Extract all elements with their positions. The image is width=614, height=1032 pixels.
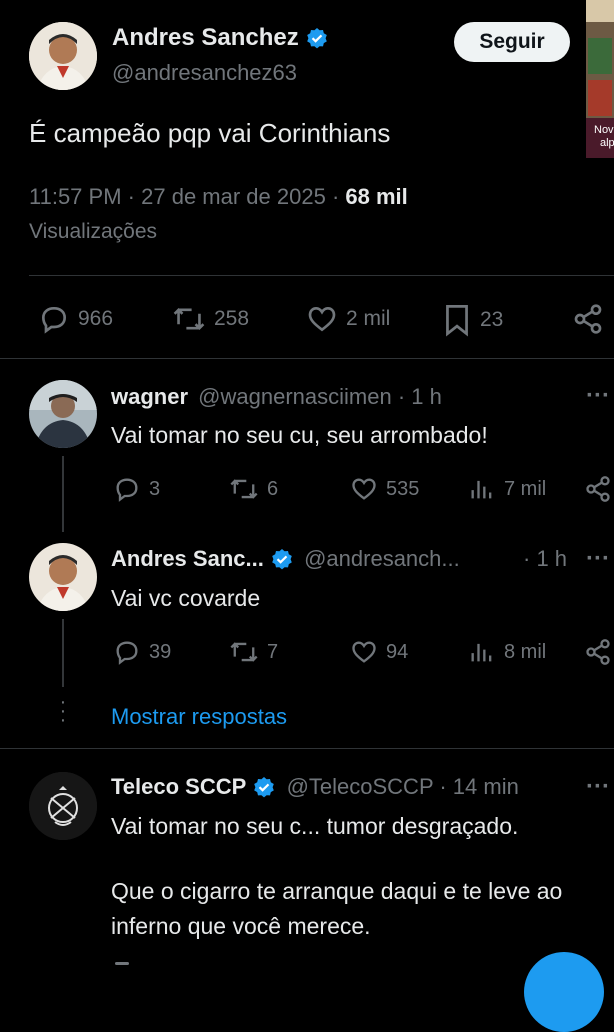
retweet-icon [173,307,205,331]
heart-icon [352,641,376,663]
compose-fab-button[interactable] [524,952,604,1032]
divider [29,275,614,276]
bookmark-button[interactable]: 23 [442,303,503,337]
thumbnail-text-1: Nov [594,124,614,136]
like-button[interactable]: 2 mil [306,303,390,335]
reply-text-line: Vai tomar no seu c... tumor desgraçado. [111,813,519,839]
side-thumbnail[interactable]: Nov alp [586,0,614,158]
views-count: 68 mil [345,184,408,209]
share-icon [586,639,610,665]
retweet-count: 258 [214,307,250,330]
reply-button[interactable]: 39 [113,638,171,666]
share-button[interactable] [584,475,612,503]
reply-time[interactable]: · 1 h [523,546,567,572]
reply-count: 39 [149,640,172,663]
reply-text: Vai tomar no seu cu, seu arrombado! [111,422,488,448]
reply-icon [116,641,138,665]
divider [0,748,614,749]
retweet-button[interactable]: 6 [229,475,278,503]
thread-line [62,619,64,687]
reply-handle[interactable]: @TelecoSCCP [287,774,434,799]
retweet-count: 7 [267,640,279,663]
like-count: 535 [386,477,420,500]
reply-button[interactable]: 3 [113,475,160,503]
verified-badge-icon [252,776,276,800]
bookmark-icon [446,305,468,337]
divider [0,358,614,359]
thumbnail-text-2: alp [600,137,614,149]
share-icon [574,304,602,334]
heart-icon [308,306,336,332]
avatar-teleco-sccp[interactable] [29,772,97,840]
heart-icon [352,478,376,500]
thread-line [62,456,64,532]
share-button[interactable] [584,638,612,666]
partial-action-icon [115,962,129,965]
reply-text-line: Que o cigarro te arranque daqui e te lev… [111,878,563,904]
share-button[interactable] [572,303,604,335]
follow-button[interactable]: Seguir [454,22,570,62]
more-options-icon[interactable]: ··· [586,545,610,573]
reply-author-name[interactable]: Andres Sanc... [111,546,264,571]
tweet-meta: 11:57 PM · 27 de mar de 2025 · 68 mil [29,184,408,209]
bookmark-count: 23 [480,308,504,331]
retweet-count: 6 [267,477,279,500]
tweet-text: É campeão pqp vai Corinthians [29,118,391,148]
like-button[interactable]: 94 [350,638,408,666]
thread-dots-icon: · · · [59,691,67,731]
views-count: 7 mil [504,477,547,500]
reply-text-line: inferno que você merece. [111,913,371,939]
reply-handle[interactable]: @wagnernasciimen [198,384,392,409]
views-button[interactable]: 7 mil [468,475,546,503]
reply-text: Vai vc covarde [111,585,261,611]
views-count: 8 mil [504,640,547,663]
reply-button[interactable]: 966 [38,303,113,335]
avatar-andres-sanchez[interactable] [29,22,97,90]
verified-badge-icon [305,27,329,51]
verified-badge-icon [270,548,294,572]
more-options-icon[interactable]: ··· [586,382,610,410]
author-handle[interactable]: @andresanchez63 [112,60,297,86]
reply-time[interactable]: · 1 h [398,384,442,409]
retweet-button[interactable]: 7 [229,638,278,666]
like-count: 2 mil [346,307,391,330]
avatar-andres-sanchez[interactable] [29,543,97,611]
views-chart-icon [471,480,492,499]
views-button[interactable]: 8 mil [468,638,546,666]
like-button[interactable]: 535 [350,475,419,503]
retweet-icon [230,479,258,499]
reply-icon [116,478,138,502]
reply-count: 966 [78,307,114,330]
like-count: 94 [386,640,409,663]
views-chart-icon [471,643,492,662]
follow-button-label: Seguir [479,30,545,53]
avatar-wagner[interactable] [29,380,97,448]
reply-time[interactable]: · 14 min [439,774,518,799]
reply-count: 3 [149,477,161,500]
views-label: Visualizações [29,220,158,243]
reply-author-name[interactable]: Teleco SCCP [111,774,246,799]
share-icon [586,476,610,502]
reply-author-name[interactable]: wagner [111,384,188,409]
tweet-time[interactable]: 11:57 PM [29,184,122,209]
retweet-button[interactable]: 258 [172,303,249,335]
reply-handle[interactable]: @andresanch... [304,546,460,571]
tweet-date[interactable]: 27 de mar de 2025 [141,184,326,209]
more-options-icon[interactable]: ··· [586,773,610,801]
reply-icon [41,306,67,334]
retweet-icon [230,642,258,662]
author-name[interactable]: Andres Sanchez [112,24,299,51]
show-replies-link[interactable]: Mostrar respostas [111,704,287,730]
